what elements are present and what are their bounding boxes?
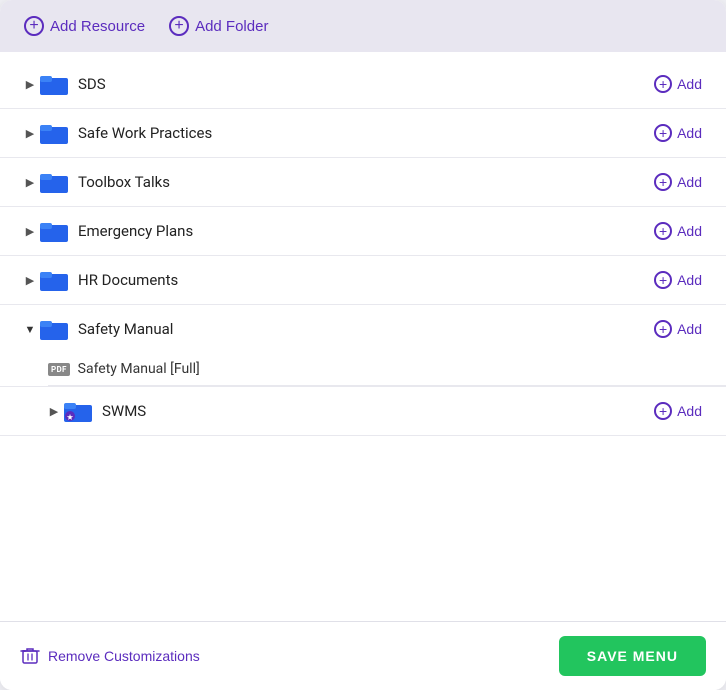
sds-label: SDS [78, 75, 646, 93]
tree-item-emergency: ▶ Emergency Plans + Add [0, 207, 726, 256]
add-folder-button[interactable]: + Add Folder [169, 12, 268, 40]
swms-label: SWMS [102, 402, 646, 420]
tree-item-sds: ▶ SDS + Add [0, 60, 726, 109]
add-swms-icon: + [654, 402, 672, 420]
save-menu-button[interactable]: SAVE MENU [559, 636, 706, 676]
chevron-hr[interactable]: ▶ [20, 270, 40, 290]
tree-row-hr: ▶ HR Documents + Add [0, 256, 726, 304]
add-resource-button[interactable]: + Add Resource [24, 12, 145, 40]
chevron-safety-manual[interactable]: ▼ [20, 319, 40, 339]
chevron-swms[interactable]: ▶ [44, 401, 64, 421]
tree-row-emergency: ▶ Emergency Plans + Add [0, 207, 726, 255]
add-safety-manual-label: Add [677, 321, 702, 337]
pdf-badge: PDF [48, 363, 70, 376]
folder-icon-emergency [40, 220, 68, 242]
tree-row-toolbox: ▶ Toolbox Talks + Add [0, 158, 726, 206]
add-resource-label: Add Resource [50, 18, 145, 35]
add-emergency-label: Add [677, 223, 702, 239]
safety-manual-children: PDF Safety Manual [Full] [0, 353, 726, 386]
add-folder-label: Add Folder [195, 18, 268, 35]
folder-icon-toolbox [40, 171, 68, 193]
add-safe-work-label: Add [677, 125, 702, 141]
footer: Remove Customizations SAVE MENU [0, 621, 726, 690]
folder-icon-safety-manual [40, 318, 68, 340]
hr-label: HR Documents [78, 271, 646, 289]
tree-row-safety-manual: ▼ Safety Manual + Add [0, 305, 726, 353]
chevron-safe-work[interactable]: ▶ [20, 123, 40, 143]
tree-item-safety-manual: ▼ Safety Manual + Add PDF Safety Manua [0, 305, 726, 387]
trash-icon [20, 646, 40, 666]
add-swms-button[interactable]: + Add [646, 398, 710, 424]
tree-item-swms: ▶ ★ SWMS + Add [0, 387, 726, 436]
add-hr-icon: + [654, 271, 672, 289]
add-safe-work-button[interactable]: + Add [646, 120, 710, 146]
add-toolbox-button[interactable]: + Add [646, 169, 710, 195]
remove-customizations-button[interactable]: Remove Customizations [20, 646, 200, 666]
emergency-label: Emergency Plans [78, 222, 646, 240]
add-resource-icon: + [24, 16, 44, 36]
add-sds-button[interactable]: + Add [646, 71, 710, 97]
safe-work-label: Safe Work Practices [78, 124, 646, 142]
tree-content: ▶ SDS + Add ▶ [0, 52, 726, 621]
add-sds-icon: + [654, 75, 672, 93]
folder-icon-hr [40, 269, 68, 291]
tree-row-sds: ▶ SDS + Add [0, 60, 726, 108]
remove-customizations-label: Remove Customizations [48, 648, 200, 664]
folder-icon-safe-work [40, 122, 68, 144]
add-hr-label: Add [677, 272, 702, 288]
add-swms-label: Add [677, 403, 702, 419]
tree-item-hr: ▶ HR Documents + Add [0, 256, 726, 305]
svg-text:★: ★ [67, 414, 74, 422]
chevron-sds[interactable]: ▶ [20, 74, 40, 94]
add-emergency-button[interactable]: + Add [646, 218, 710, 244]
tree-item-safe-work: ▶ Safe Work Practices + Add [0, 109, 726, 158]
tree-item-toolbox: ▶ Toolbox Talks + Add [0, 158, 726, 207]
add-safe-work-icon: + [654, 124, 672, 142]
add-toolbox-icon: + [654, 173, 672, 191]
tree-row-safe-work: ▶ Safe Work Practices + Add [0, 109, 726, 157]
safety-manual-full-label: Safety Manual [Full] [78, 361, 200, 377]
add-hr-button[interactable]: + Add [646, 267, 710, 293]
tree-row-swms: ▶ ★ SWMS + Add [0, 387, 726, 435]
main-container: + Add Resource + Add Folder ▶ SDS + [0, 0, 726, 690]
add-safety-manual-button[interactable]: + Add [646, 316, 710, 342]
toolbox-label: Toolbox Talks [78, 173, 646, 191]
add-folder-icon: + [169, 16, 189, 36]
chevron-toolbox[interactable]: ▶ [20, 172, 40, 192]
folder-icon-sds [40, 73, 68, 95]
add-toolbox-label: Add [677, 174, 702, 190]
save-menu-label: SAVE MENU [587, 648, 678, 664]
add-sds-label: Add [677, 76, 702, 92]
folder-icon-swms: ★ [64, 400, 92, 422]
safety-manual-label: Safety Manual [78, 320, 646, 338]
child-safety-manual-full: PDF Safety Manual [Full] [48, 353, 726, 386]
add-emergency-icon: + [654, 222, 672, 240]
add-safety-manual-icon: + [654, 320, 672, 338]
toolbar: + Add Resource + Add Folder [0, 0, 726, 52]
chevron-emergency[interactable]: ▶ [20, 221, 40, 241]
